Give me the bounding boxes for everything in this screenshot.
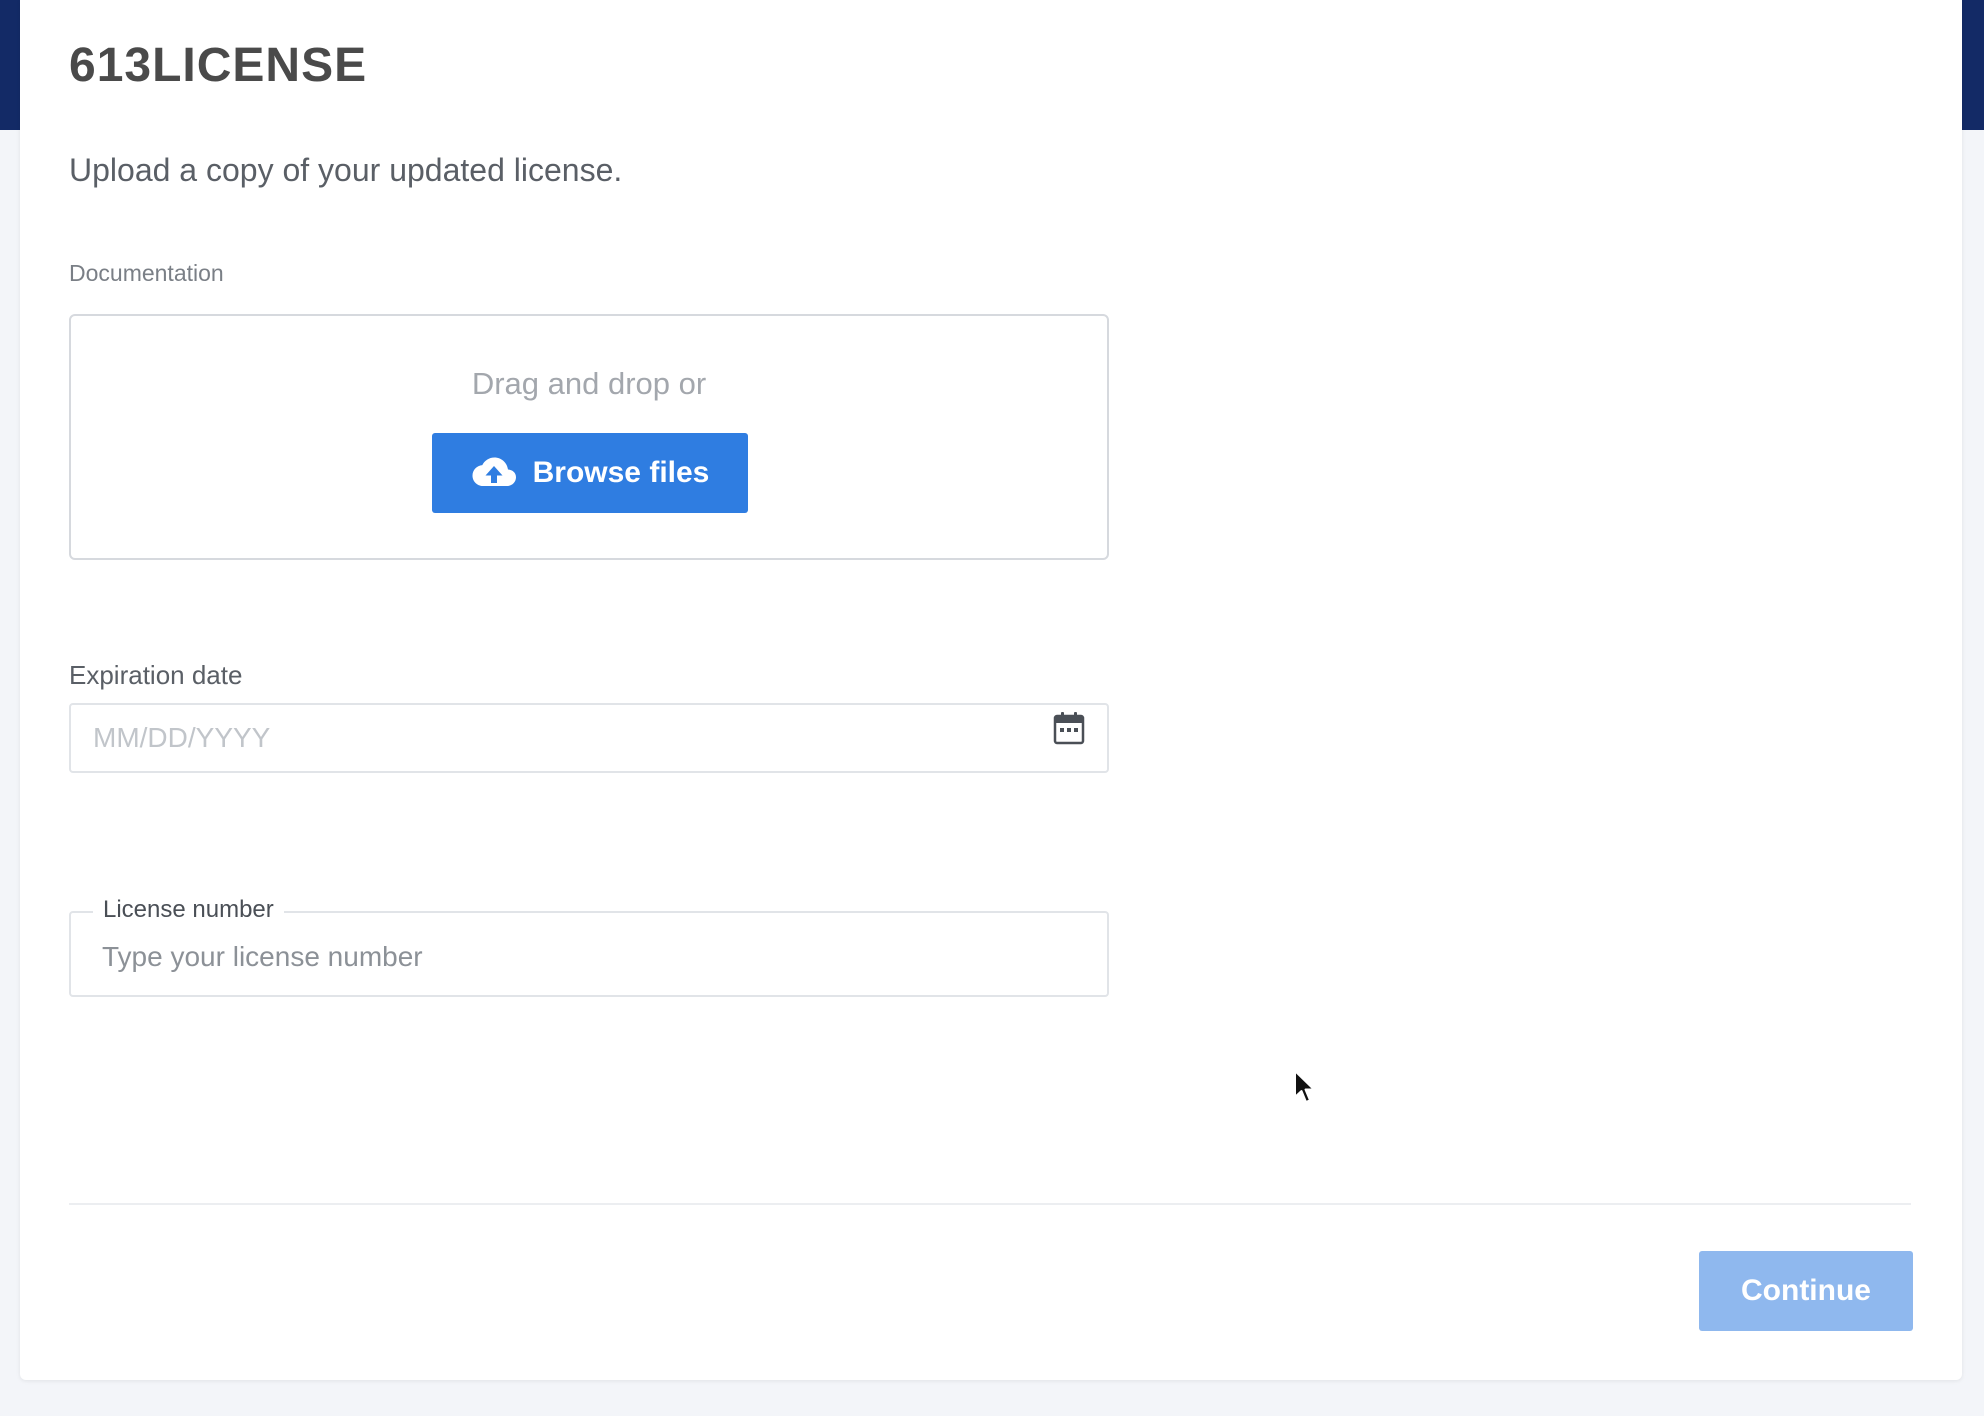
documentation-label: Documentation	[69, 260, 224, 286]
expiration-date-input[interactable]	[93, 705, 993, 771]
page-title: 613LICENSE	[69, 39, 368, 92]
footer-divider	[69, 1203, 1911, 1205]
page-subtitle: Upload a copy of your updated license.	[69, 152, 623, 188]
license-number-input[interactable]	[102, 935, 1082, 979]
page: 613LICENSE Upload a copy of your updated…	[0, 0, 1984, 1416]
mouse-cursor-icon	[1293, 1069, 1317, 1105]
license-number-field: License number	[69, 896, 1109, 997]
continue-button[interactable]: Continue	[1699, 1251, 1913, 1331]
cloud-upload-icon	[471, 456, 517, 490]
expiration-date-field	[69, 703, 1109, 773]
calendar-icon[interactable]	[1053, 711, 1085, 745]
license-upload-card: 613LICENSE Upload a copy of your updated…	[20, 0, 1962, 1380]
license-number-label: License number	[93, 896, 284, 924]
browse-files-button[interactable]: Browse files	[432, 433, 748, 513]
expiration-date-label: Expiration date	[69, 660, 243, 690]
drop-instruction: Drag and drop or	[471, 366, 707, 401]
browse-files-label: Browse files	[532, 456, 710, 489]
file-dropzone[interactable]: Drag and drop or Browse files	[69, 314, 1109, 560]
